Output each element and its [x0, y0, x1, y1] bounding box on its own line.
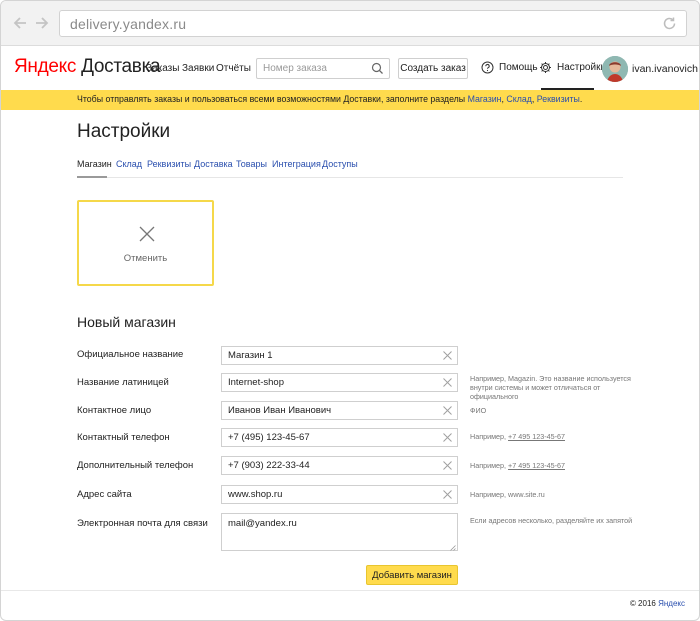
contact-person-input[interactable] — [222, 402, 436, 419]
tab-delivery[interactable]: Доставка — [194, 159, 233, 169]
setup-banner: Чтобы отправлять заказы и пользоваться в… — [1, 90, 699, 110]
nav-orders[interactable]: Заказы — [146, 63, 179, 74]
latin-name-label: Название латиницей — [77, 377, 169, 388]
official-name-field — [221, 346, 458, 365]
official-name-input[interactable] — [222, 347, 436, 364]
order-number-input[interactable] — [257, 59, 367, 78]
clear-icon[interactable] — [443, 461, 452, 470]
extra-phone-label: Дополнительный телефон — [77, 460, 194, 471]
phone-hint: Например, +7 495 123-45-67 — [470, 432, 565, 441]
reload-icon[interactable] — [661, 15, 678, 32]
tab-requisites[interactable]: Реквизиты — [147, 159, 191, 169]
banner-text: Чтобы отправлять заказы и пользоваться в… — [77, 94, 582, 104]
browser-window: delivery.yandex.ru Яндекс Доставка Заказ… — [0, 0, 700, 621]
latin-name-hint: Например, Magazin. Это название использу… — [470, 374, 631, 401]
avatar[interactable] — [602, 56, 628, 82]
settings-label: Настройки — [557, 62, 607, 73]
official-name-label: Официальное название — [77, 349, 184, 360]
help-link[interactable]: Помощь — [481, 61, 538, 74]
clear-icon[interactable] — [443, 490, 452, 499]
latin-name-input[interactable] — [222, 374, 436, 391]
phone-input[interactable] — [222, 429, 436, 446]
resize-handle-icon[interactable] — [449, 542, 456, 551]
browser-toolbar: delivery.yandex.ru — [1, 1, 699, 46]
tab-goods[interactable]: Товары — [236, 159, 267, 169]
help-icon — [481, 61, 494, 74]
banner-link-shop[interactable]: Магазин — [468, 94, 502, 104]
hint-line: внутри системы и может отличаться от — [470, 383, 601, 392]
clear-icon[interactable] — [443, 378, 452, 387]
clear-icon[interactable] — [443, 433, 452, 442]
latin-name-field — [221, 373, 458, 392]
add-shop-button[interactable]: Добавить магазин — [366, 565, 458, 585]
active-tab-indicator — [77, 176, 107, 178]
order-search — [256, 58, 390, 79]
help-label: Помощь — [499, 62, 538, 73]
tab-access[interactable]: Доступы — [322, 159, 358, 169]
phone-field — [221, 428, 458, 447]
hint-prefix: Например, — [470, 432, 509, 441]
tab-shop[interactable]: Магазин — [77, 159, 112, 169]
banner-link-warehouse[interactable]: Склад — [506, 94, 531, 104]
website-label: Адрес сайта — [77, 489, 132, 500]
contact-person-field — [221, 401, 458, 420]
username[interactable]: ivan.ivanovich — [632, 63, 698, 75]
tabs-divider — [77, 177, 623, 178]
hint-prefix: Например, — [470, 461, 509, 470]
close-icon — [139, 226, 155, 242]
banner-message: Чтобы отправлять заказы и пользоваться в… — [77, 94, 468, 104]
cancel-label: Отменить — [123, 253, 168, 264]
logo-brand: Яндекс — [14, 56, 77, 77]
website-field — [221, 485, 458, 504]
contact-person-hint: ФИО — [470, 406, 487, 415]
app-header: Яндекс Доставка Заказы Заявки Отчёты Соз… — [1, 46, 699, 90]
extra-phone-hint: Например, +7 495 123-45-67 — [470, 461, 565, 470]
back-arrow-icon[interactable] — [11, 14, 29, 32]
banner-end: . — [579, 94, 583, 104]
footer-yandex-link[interactable]: Яндекс — [658, 599, 685, 608]
hint-line: Например, Magazin. Это название использу… — [470, 374, 631, 383]
email-textarea[interactable]: mail@yandex.ru — [222, 514, 457, 550]
example-phone: +7 495 123-45-67 — [508, 461, 565, 470]
phone-label: Контактный телефон — [77, 432, 170, 443]
website-input[interactable] — [222, 486, 436, 503]
tab-warehouse[interactable]: Склад — [116, 159, 142, 169]
address-bar[interactable]: delivery.yandex.ru — [59, 10, 687, 37]
banner-link-requisites[interactable]: Реквизиты — [537, 94, 580, 104]
email-field: mail@yandex.ru — [221, 513, 458, 551]
extra-phone-field — [221, 456, 458, 475]
tab-integration[interactable]: Интеграция — [272, 159, 321, 169]
nav-reports[interactable]: Отчёты — [216, 63, 251, 74]
clear-icon[interactable] — [443, 406, 452, 415]
footer: © 2016 Яндекс — [630, 599, 685, 608]
clear-icon[interactable] — [443, 351, 452, 360]
extra-phone-input[interactable] — [222, 457, 436, 474]
website-hint: Например, www.site.ru — [470, 490, 545, 499]
contact-person-label: Контактное лицо — [77, 405, 152, 416]
section-title: Новый магазин — [77, 314, 176, 330]
email-hint: Если адресов несколько, разделяйте их за… — [470, 516, 633, 525]
create-order-button[interactable]: Создать заказ — [398, 58, 468, 79]
settings-link[interactable]: Настройки — [539, 62, 606, 73]
footer-divider — [1, 590, 699, 591]
example-phone: +7 495 123-45-67 — [508, 432, 565, 441]
hint-line: официального — [470, 392, 519, 401]
yandex-delivery-logo[interactable]: Яндекс Доставка — [14, 56, 161, 78]
email-label: Электронная почта для связи — [77, 518, 208, 529]
forward-arrow-icon[interactable] — [33, 14, 51, 32]
page-title: Настройки — [77, 121, 171, 142]
url-text: delivery.yandex.ru — [70, 16, 187, 32]
copyright: © 2016 — [629, 599, 656, 608]
search-icon[interactable] — [371, 62, 384, 75]
cancel-new-shop-card[interactable]: Отменить — [77, 200, 214, 286]
nav-requests[interactable]: Заявки — [182, 63, 214, 74]
gear-icon — [540, 62, 551, 73]
